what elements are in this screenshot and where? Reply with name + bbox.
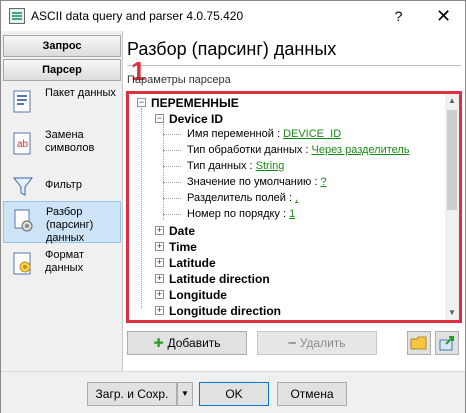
tree-root-label: ПЕРЕМЕННЫЕ [151,96,239,110]
app-window: ASCII data query and parser 4.0.75.420 ?… [0,0,466,413]
sidebar-item-label: Разбор (парсинг) данных [46,206,94,244]
expand-icon[interactable]: + [155,242,164,251]
tree-connector [163,150,181,151]
scroll-up-icon[interactable]: ▲ [445,94,459,108]
expand-icon[interactable]: + [155,290,164,299]
minus-icon: ━ [288,336,296,350]
tree-node-label: Device ID [169,112,224,126]
open-folder-button[interactable] [407,331,431,355]
collapse-icon[interactable]: − [137,98,146,107]
prop-value-link[interactable]: String [256,160,285,172]
tree-connector [163,182,181,183]
tree-node-label: Longitude direction [169,304,281,318]
tree-prop-variable-name[interactable]: Имя переменной : DEVICE_ID [187,126,341,142]
tree-node-label: Latitude direction [169,272,270,286]
tree-scrollbar[interactable]: ▲ ▼ [445,94,459,320]
prop-label: Тип обработки данных : [187,144,312,156]
tree-node-label: Longitude [169,288,227,302]
collapse-icon[interactable]: − [155,114,164,123]
parsing-icon [12,208,36,234]
data-format-icon [11,251,35,277]
tree-connector [163,214,181,215]
sidebar-item-label: Фильтр [45,179,82,191]
prop-value-link[interactable]: 1 [289,208,295,220]
title-bar: ASCII data query and parser 4.0.75.420 ?… [1,1,465,31]
close-button[interactable]: ✕ [421,1,466,31]
load-save-button[interactable]: Загр. и Сохр. [87,382,177,406]
tree-node-label: Time [169,240,197,254]
prop-label: Имя переменной : [187,128,284,140]
tree-connector [141,108,142,308]
parser-tree[interactable]: − ПЕРЕМЕННЫЕ − Device ID Имя переменной … [126,91,462,323]
tree-prop-order-number[interactable]: Номер по порядку : 1 [187,206,295,222]
tree-connector [163,124,164,220]
replace-symbols-icon: ab [11,131,35,157]
sidebar: Запрос Парсер Пакет данных ab Замена сим… [1,31,123,371]
sidebar-item-label: Формат данных [45,249,85,274]
expand-icon[interactable]: + [155,226,164,235]
prop-label: Тип данных : [187,160,256,172]
sidebar-item-label: Замена символов [45,129,95,154]
folder-icon [410,336,427,350]
delete-button[interactable]: ━ Удалить [257,331,377,355]
prop-value-link[interactable]: DEVICE_ID [283,128,341,140]
tree-prop-data-type[interactable]: Тип данных : String [187,158,284,174]
plus-icon: ✚ [153,336,164,350]
expand-icon[interactable]: + [155,258,164,267]
delete-button-label: Удалить [299,336,346,350]
tree-connector [163,134,181,135]
tree-prop-field-separator[interactable]: Разделитель полей : , [187,190,298,206]
tree-prop-default-value[interactable]: Значение по умолчанию : ? [187,174,327,190]
prop-label: Номер по порядку : [187,208,290,220]
prop-value-link[interactable]: Через разделитель [312,144,410,156]
cancel-button[interactable]: Отмена [277,382,347,406]
add-button-label: Добавить [167,336,221,350]
packet-icon [11,89,35,115]
filter-icon [11,173,35,199]
export-icon [439,336,454,351]
expand-icon[interactable]: + [155,274,164,283]
help-button[interactable]: ? [376,1,421,31]
prop-value-link[interactable]: ? [320,176,326,188]
window-title: ASCII data query and parser 4.0.75.420 [31,9,244,23]
tree-prop-processing-type[interactable]: Тип обработки данных : Через разделитель [187,142,410,158]
sidebar-header-request[interactable]: Запрос [3,35,121,57]
prop-value-link[interactable]: , [295,192,298,204]
ok-button[interactable]: OK [199,382,269,406]
section-label: Параметры парсера [127,74,231,86]
scroll-down-icon[interactable]: ▼ [445,306,459,320]
chevron-down-icon: ▼ [181,389,189,398]
export-button[interactable] [435,331,459,355]
title-divider [127,65,461,66]
expand-icon[interactable]: + [155,306,164,315]
app-icon [9,8,25,24]
scroll-thumb[interactable] [447,110,457,210]
sidebar-header-parser[interactable]: Парсер [3,59,121,81]
sidebar-item-format[interactable]: Формат данных [3,245,121,287]
add-button[interactable]: ✚ Добавить [127,331,247,355]
page-title: Разбор (парсинг) данных [127,39,337,59]
dialog-footer: Загр. и Сохр. ▼ OK Отмена [1,371,465,413]
tree-node-label: Latitude [169,256,216,270]
sidebar-item-parsing[interactable]: Разбор (парсинг) данных [3,201,121,244]
load-save-dropdown[interactable]: ▼ [177,382,193,406]
tree-connector [163,198,181,199]
sidebar-item-label: Пакет данных [45,87,116,99]
sidebar-item-packet[interactable]: Пакет данных [3,83,121,125]
tree-connector [163,166,181,167]
prop-label: Значение по умолчанию : [187,176,321,188]
sidebar-item-replace[interactable]: ab Замена символов [3,125,121,167]
tree-node-label: Date [169,224,196,238]
prop-label: Разделитель полей : [187,192,296,204]
svg-text:ab: ab [17,139,29,150]
